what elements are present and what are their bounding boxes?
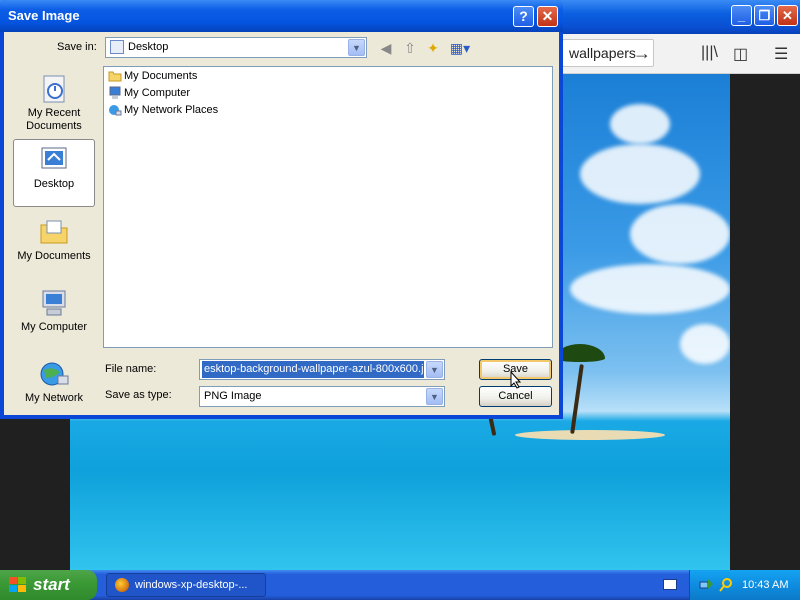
file-name: My Network Places: [124, 104, 219, 116]
new-folder-icon[interactable]: ✦: [424, 39, 442, 57]
search-icon[interactable]: [719, 577, 734, 592]
arrow-right-icon[interactable]: →: [633, 40, 651, 66]
computer-icon: [109, 86, 121, 99]
windows-flag-icon: [9, 577, 26, 592]
browser-toolbar: wallpapers → |||\ ◫ ☰: [560, 34, 800, 74]
place-label: My Network: [24, 392, 84, 404]
hamburger-menu-icon[interactable]: ☰: [774, 44, 788, 64]
desktop-icon: [110, 40, 124, 54]
places-bar: My Recent Documents Desktop My Documents: [11, 66, 97, 408]
save-image-dialog: Save Image ? ✕ Save in: Desktop ▼ ◀ ⇧ ✦ …: [0, 0, 563, 419]
place-my-documents[interactable]: My Documents: [13, 212, 95, 280]
place-my-computer[interactable]: My Computer: [13, 283, 95, 351]
file-name: My Computer: [124, 87, 191, 99]
network-places-icon: [40, 362, 69, 386]
dialog-body: Save in: Desktop ▼ ◀ ⇧ ✦ ▦▾ My Recent Do…: [4, 32, 559, 415]
place-label: My Documents: [17, 250, 91, 262]
dialog-title: Save Image: [8, 8, 80, 23]
save-in-label: Save in:: [57, 41, 97, 53]
recent-documents-icon: [43, 75, 65, 103]
maximize-button[interactable]: ❐: [754, 5, 775, 26]
taskbar-item-browser[interactable]: windows-xp-desktop-...: [106, 573, 266, 597]
place-my-recent-documents[interactable]: My Recent Documents: [13, 69, 95, 137]
cancel-button[interactable]: Cancel: [479, 386, 552, 407]
network-places-icon: [109, 105, 122, 116]
list-item[interactable]: My Documents: [106, 68, 197, 84]
keyboard-icon[interactable]: [663, 579, 677, 590]
view-menu-icon[interactable]: ▦▾: [448, 39, 472, 57]
chevron-down-icon[interactable]: ▼: [426, 361, 443, 378]
place-desktop[interactable]: Desktop: [13, 139, 95, 207]
desktop-icon: [41, 147, 67, 169]
folder-icon: [108, 71, 122, 82]
chevron-down-icon[interactable]: ▼: [426, 388, 443, 405]
place-label: My Recent Documents: [26, 107, 82, 132]
list-item[interactable]: My Network Places: [106, 102, 218, 118]
browser-close-button[interactable]: ✕: [777, 5, 798, 26]
taskbar-item-label: windows-xp-desktop-...: [135, 579, 248, 591]
file-name-value: esktop-background-wallpaper-azul-800x600…: [202, 361, 424, 378]
file-list[interactable]: My Documents My Computer My Network Plac…: [103, 66, 553, 348]
taskbar: start windows-xp-desktop-... 10:43 AM: [0, 570, 800, 600]
save-in-value: Desktop: [128, 41, 169, 53]
page-margin-right: [730, 74, 800, 570]
url-text: wallpapers: [569, 45, 636, 61]
library-icon[interactable]: |||\: [701, 44, 718, 62]
file-name-label: File name:: [105, 363, 157, 375]
place-label: Desktop: [33, 178, 75, 190]
dialog-close-button[interactable]: ✕: [537, 6, 558, 27]
file-name: My Documents: [124, 70, 198, 82]
url-bar[interactable]: wallpapers →: [562, 39, 654, 67]
list-item[interactable]: My Computer: [106, 85, 190, 101]
start-label: start: [33, 575, 70, 594]
mouse-cursor-icon: [510, 371, 522, 389]
dialog-titlebar[interactable]: Save Image ? ✕: [0, 0, 563, 32]
firefox-icon: [115, 578, 129, 592]
network-icon[interactable]: [699, 577, 714, 592]
place-label: My Computer: [20, 321, 88, 333]
minimize-button[interactable]: _: [731, 5, 752, 26]
chevron-down-icon[interactable]: ▼: [348, 39, 365, 56]
help-button[interactable]: ?: [513, 6, 534, 27]
system-tray: 10:43 AM: [689, 570, 800, 600]
save-as-type-label: Save as type:: [105, 389, 172, 401]
sidebar-icon[interactable]: ◫: [733, 44, 748, 64]
file-name-field[interactable]: esktop-background-wallpaper-azul-800x600…: [199, 359, 445, 380]
folder-icon: [40, 220, 68, 244]
save-as-type-value: PNG Image: [204, 390, 262, 402]
start-button[interactable]: start: [0, 570, 97, 600]
clock[interactable]: 10:43 AM: [742, 570, 788, 600]
computer-icon: [42, 290, 66, 316]
save-in-dropdown[interactable]: Desktop ▼: [105, 37, 367, 58]
back-icon[interactable]: ◀: [377, 39, 395, 57]
save-as-type-dropdown[interactable]: PNG Image ▼: [199, 386, 445, 407]
up-folder-icon[interactable]: ⇧: [401, 39, 419, 57]
place-my-network[interactable]: My Network: [13, 354, 95, 422]
